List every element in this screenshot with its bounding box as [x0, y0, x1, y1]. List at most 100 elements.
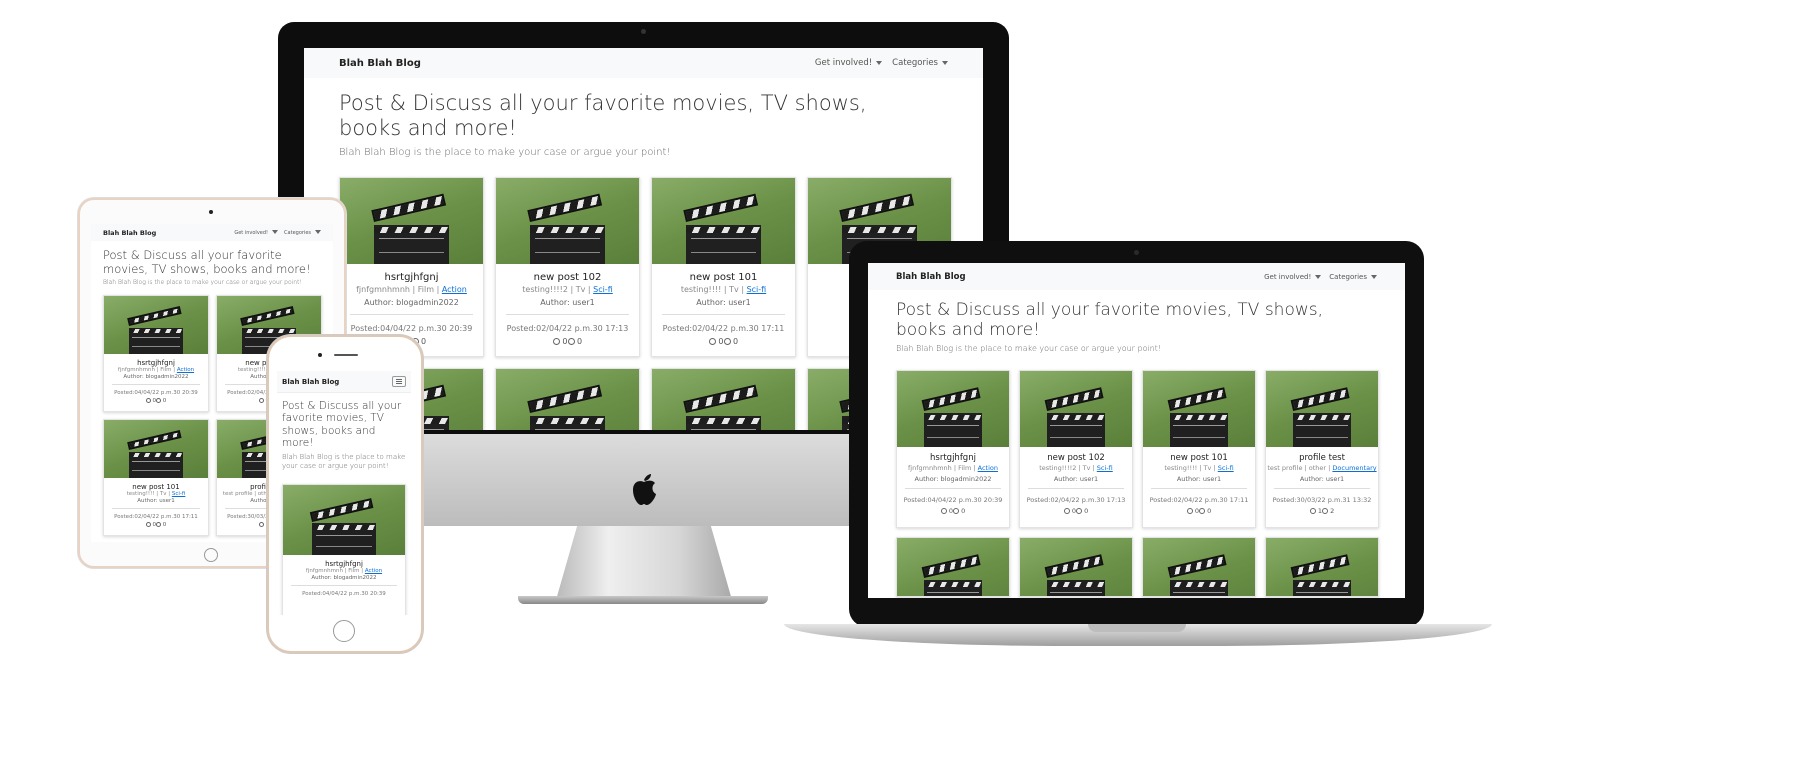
category-link[interactable]: Documentary — [1332, 464, 1376, 472]
hero-subtitle: Blah Blah Blog is the place to make your… — [282, 452, 406, 471]
nav-get-involved[interactable]: Get involved! — [815, 58, 882, 68]
clapperboard-image — [897, 371, 1009, 448]
post-date: Posted:02/04/22 p.m.30 17:11 — [1149, 496, 1249, 505]
post-date: Posted:04/04/22 p.m.30 20:39 — [114, 390, 198, 397]
navbar: Blah Blah Blog Get involved! Categories — [868, 263, 1405, 290]
post-card[interactable] — [1142, 537, 1256, 598]
category-link[interactable]: Action — [442, 285, 467, 294]
post-card[interactable]: new post 101 testing!!!! | Tv | Sci-fi A… — [103, 419, 209, 537]
post-desc: testing!!!!2 | Tv | — [1039, 464, 1097, 473]
dislike-icon[interactable] — [723, 337, 731, 345]
post-card[interactable]: new post 101 testing!!!! | Tv | Sci-fi A… — [1142, 370, 1256, 529]
post-card[interactable]: hsrtgjhfgnj fjnfgmnhmnh | Film | Action … — [103, 295, 209, 413]
dislike-icon[interactable] — [156, 398, 161, 404]
phone-camera — [318, 353, 322, 357]
post-card[interactable] — [495, 367, 640, 430]
category-link[interactable]: Action — [978, 464, 998, 472]
brand[interactable]: Blah Blah Blog — [103, 229, 156, 237]
like-icon[interactable] — [1063, 508, 1070, 515]
post-title: new post 101 — [1170, 453, 1228, 464]
like-icon[interactable] — [1309, 508, 1316, 515]
post-author: Author: user1 — [1053, 475, 1099, 484]
post-author: Author: user1 — [540, 297, 595, 307]
category-link[interactable]: Action — [177, 367, 194, 373]
dislike-icon[interactable] — [953, 508, 959, 515]
clapperboard-image — [652, 177, 795, 264]
dislike-icon[interactable] — [1076, 508, 1082, 515]
nav-get-involved[interactable]: Get involved! — [1264, 273, 1321, 281]
brand[interactable]: Blah Blah Blog — [339, 58, 421, 69]
post-card[interactable] — [1019, 537, 1133, 598]
monitor-stand — [556, 526, 732, 600]
category-link[interactable]: Sci-fi — [747, 285, 767, 294]
like-icon[interactable] — [258, 522, 264, 528]
like-icon[interactable] — [145, 398, 151, 404]
monitor-base — [518, 596, 768, 604]
nav-get-involved[interactable]: Get involved! — [234, 230, 278, 236]
nav-categories[interactable]: Categories — [892, 58, 948, 68]
post-title: new post 101 — [689, 271, 758, 283]
post-card[interactable]: new post 102 testing!!!!2 | Tv | Sci-fi … — [1019, 370, 1133, 529]
post-title: new post 101 — [132, 483, 180, 492]
phone-home-button[interactable] — [333, 620, 355, 642]
clapperboard-image — [1266, 538, 1378, 597]
clapperboard-image — [1020, 538, 1132, 597]
like-icon[interactable] — [940, 508, 947, 515]
post-date: Posted:04/04/22 p.m.30 20:39 — [903, 496, 1003, 505]
dislike-count: 0 — [421, 336, 427, 346]
dislike-icon[interactable] — [156, 522, 161, 528]
brand[interactable]: Blah Blah Blog — [896, 272, 966, 282]
hero-title: Post & Discuss all your favorite movies,… — [103, 248, 311, 276]
dislike-icon[interactable] — [1322, 508, 1328, 515]
post-title: new post 102 — [1047, 453, 1105, 464]
dislike-count: 0 — [733, 336, 739, 346]
nav-categories[interactable]: Categories — [1329, 273, 1377, 281]
clapperboard-image — [496, 177, 639, 264]
post-card[interactable] — [1265, 537, 1379, 598]
like-count: 0 — [562, 336, 568, 346]
post-author: Author: user1 — [696, 297, 751, 307]
post-card[interactable]: profile test test profile | other | Docu… — [1265, 370, 1379, 529]
dislike-icon[interactable] — [567, 337, 575, 345]
hero-title: Post & Discuss all your favorite movies,… — [282, 400, 402, 450]
post-card[interactable]: new post 102 testing!!!!2 | Tv | Sci-fi … — [495, 176, 640, 357]
category-link[interactable]: Sci-fi — [1097, 464, 1113, 472]
dislike-count: 0 — [961, 507, 966, 516]
brand[interactable]: Blah Blah Blog — [282, 378, 339, 386]
like-icon[interactable] — [258, 398, 264, 404]
post-date: Posted:02/04/22 p.m.30 17:11 — [114, 514, 198, 521]
like-icon[interactable] — [1186, 508, 1193, 515]
like-icon[interactable] — [145, 522, 151, 528]
post-title: hsrtgjhfgnj — [137, 359, 175, 368]
post-card[interactable] — [896, 537, 1010, 598]
tablet-home-button[interactable] — [204, 548, 218, 562]
clapperboard-image — [496, 368, 639, 430]
category-link[interactable]: Sci-fi — [593, 285, 613, 294]
clapperboard-image — [340, 177, 483, 264]
post-card[interactable]: hsrtgjhfgnj fjnfgmnhmnh | Film | Action … — [282, 484, 406, 615]
post-card[interactable] — [651, 367, 796, 430]
like-count: 0 — [718, 336, 724, 346]
category-link[interactable]: Sci-fi — [1218, 464, 1234, 472]
category-link[interactable]: Sci-fi — [172, 491, 186, 497]
category-link[interactable]: Action — [365, 568, 382, 574]
navbar: Blah Blah Blog Get involved! Categories — [91, 224, 333, 241]
hero-subtitle: Blah Blah Blog is the place to make your… — [339, 146, 671, 158]
like-icon[interactable] — [552, 337, 560, 345]
post-date: Posted:02/04/22 p.m.30 17:11 — [662, 323, 785, 333]
nav-categories[interactable]: Categories — [284, 230, 321, 236]
hero-subtitle: Blah Blah Blog is the place to make your… — [896, 344, 1162, 354]
like-icon[interactable] — [708, 337, 716, 345]
hero-subtitle: Blah Blah Blog is the place to make your… — [103, 279, 302, 287]
hero-title: Post & Discuss all your favorite movies,… — [896, 300, 1324, 341]
dislike-icon[interactable] — [1199, 508, 1205, 515]
clapperboard-image — [1143, 538, 1255, 597]
post-author: Author: blogadmin2022 — [123, 374, 189, 381]
post-desc: test profile | other | — [1267, 464, 1333, 473]
hamburger-menu-icon[interactable] — [392, 376, 406, 387]
post-card[interactable]: hsrtgjhfgnj fjnfgmnhmnh | Film | Action … — [339, 176, 484, 357]
dislike-count: 2 — [1330, 507, 1335, 516]
post-card[interactable]: hsrtgjhfgnj fjnfgmnhmnh | Film | Action … — [896, 370, 1010, 529]
post-card[interactable]: new post 101 testing!!!! | Tv | Sci-fi A… — [651, 176, 796, 357]
post-desc: fjnfgmnhmnh | Film | — [305, 568, 365, 575]
